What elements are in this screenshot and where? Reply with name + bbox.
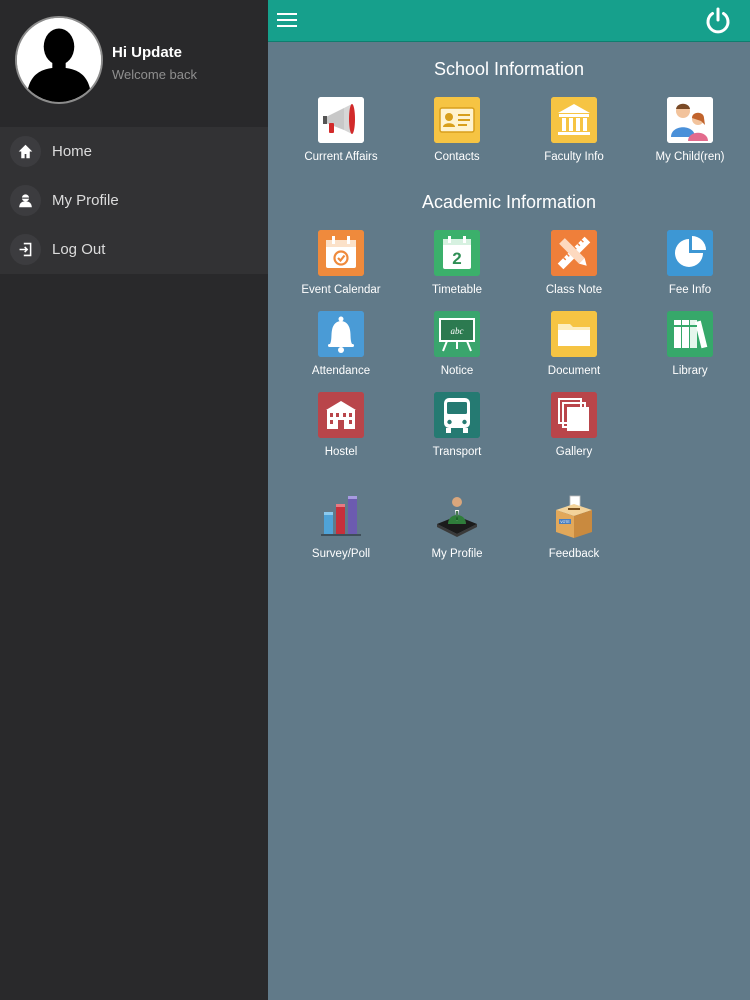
avatar[interactable] [15,16,103,104]
tile-feedback[interactable]: VOTE Feedback [516,494,632,560]
sidebar-item-my-profile[interactable]: My Profile [0,176,268,225]
home-icon [10,136,41,167]
tile-my-children[interactable]: My Child(ren) [632,97,748,163]
tile-label: Fee Info [668,284,712,296]
power-icon[interactable] [703,6,733,36]
tile-faculty-info[interactable]: Faculty Info [516,97,632,163]
megaphone-icon [318,97,364,143]
contact-card-icon [434,97,480,143]
sidebar-menu: Home My Profile Log Out [0,127,268,274]
sidebar-item-label: Log Out [52,241,106,258]
tile-attendance[interactable]: Attendance [283,311,399,377]
user-subtitle: Welcome back [112,67,198,82]
top-bar [268,0,750,42]
tile-survey-poll[interactable]: Survey/Poll [283,494,399,560]
tile-label: Faculty Info [544,151,604,163]
businessman-icon [434,494,480,540]
bar-chart-icon [318,494,364,540]
bell-icon [318,311,364,357]
tile-hostel[interactable]: Hostel [283,392,399,458]
tile-document[interactable]: Document [516,311,632,377]
tile-gallery[interactable]: Gallery [516,392,632,458]
svg-text:2: 2 [452,249,461,268]
tile-label: Contacts [434,151,480,163]
svg-text:VOTE: VOTE [560,520,570,524]
academic-section-title: Academic Information [421,192,597,212]
sidebar-item-home[interactable]: Home [0,127,268,176]
hamburger-icon[interactable] [277,10,299,30]
school-section-title: School Information [433,59,585,79]
institution-icon [551,97,597,143]
tile-class-note[interactable]: Class Note [516,230,632,296]
tile-current-affairs[interactable]: Current Affairs [283,97,399,163]
logout-icon [10,234,41,265]
sidebar-item-label: Home [52,143,93,160]
tile-label: Survey/Poll [311,548,371,560]
tile-label: Library [672,365,708,377]
tile-label: Gallery [555,446,593,458]
profile-header: Hi Update Welcome back [0,0,268,124]
tile-label: Hostel [324,446,358,458]
gallery-icon [551,392,597,438]
avatar-silhouette-icon [17,18,101,102]
tile-label: My Child(ren) [655,151,725,163]
tile-label: Class Note [545,284,603,296]
user-greeting: Hi Update [112,44,183,61]
tile-label: Timetable [431,284,483,296]
tile-label: Attendance [311,365,371,377]
svg-text:abc: abc [451,326,464,336]
tile-my-profile[interactable]: My Profile [399,494,515,560]
main-content: School Information Current Affairs Conta… [268,0,750,1000]
tile-label: Notice [440,365,474,377]
tile-label: Current Affairs [304,151,378,163]
timetable-icon: 2 [434,230,480,276]
sidebar-item-log-out[interactable]: Log Out [0,225,268,274]
children-icon [667,97,713,143]
folder-icon [551,311,597,357]
tile-notice[interactable]: abc Notice [399,311,515,377]
tile-contacts[interactable]: Contacts [399,97,515,163]
tile-label: Transport [432,446,482,458]
tile-label: My Profile [431,548,483,560]
tile-label: Document [547,365,601,377]
tile-library[interactable]: Library [632,311,748,377]
tile-event-calendar[interactable]: Event Calendar [283,230,399,296]
tile-label: Feedback [548,548,600,560]
tile-label: Event Calendar [301,284,381,296]
sidebar-item-label: My Profile [52,192,119,209]
pencil-ruler-icon [551,230,597,276]
tile-fee-info[interactable]: Fee Info [632,230,748,296]
bus-icon [434,392,480,438]
ballot-box-icon: VOTE [551,494,597,540]
chalkboard-icon: abc [434,311,480,357]
tile-timetable[interactable]: 2 Timetable [399,230,515,296]
building-icon [318,392,364,438]
tile-transport[interactable]: Transport [399,392,515,458]
calendar-icon [318,230,364,276]
pie-chart-icon [667,230,713,276]
user-icon [10,185,41,216]
books-icon [667,311,713,357]
sidebar: Hi Update Welcome back Home My Profile L… [0,0,268,1000]
